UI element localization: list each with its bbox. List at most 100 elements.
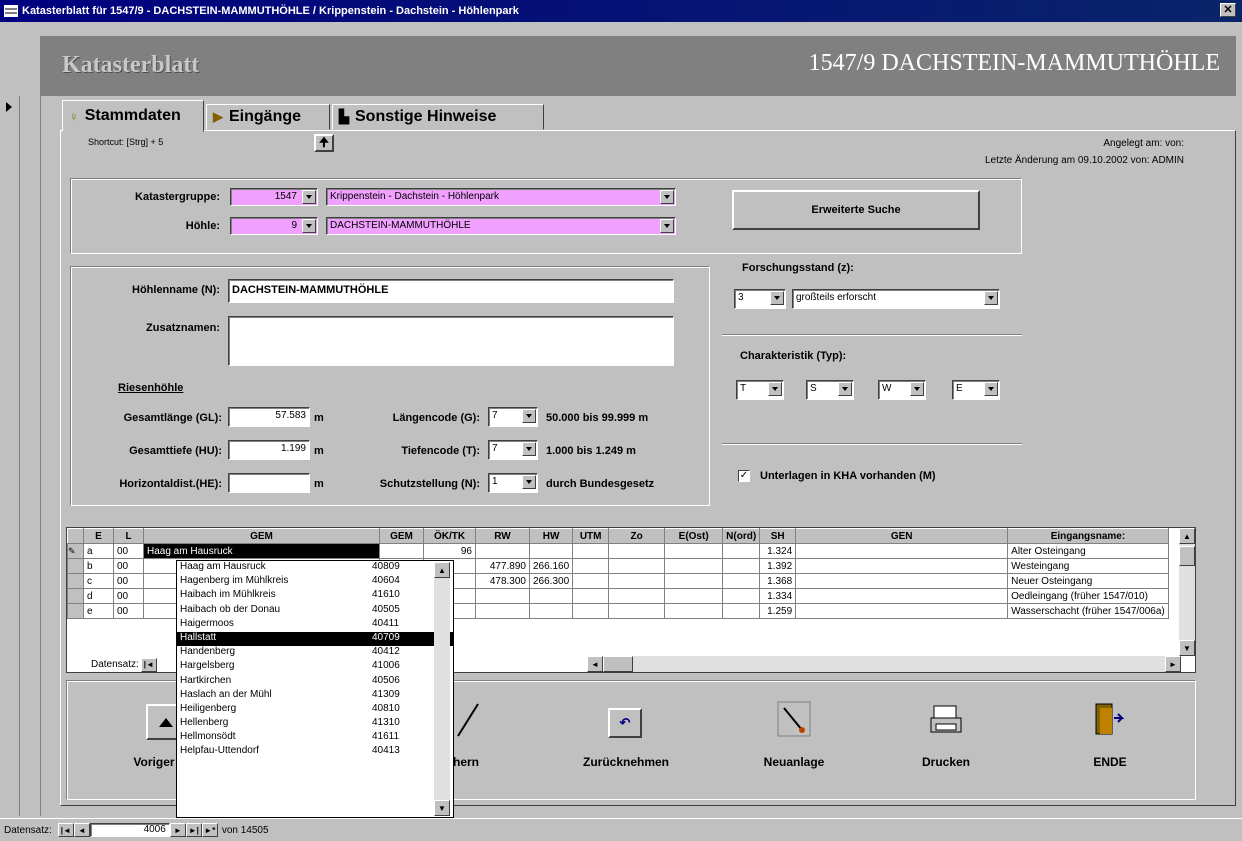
row-selector[interactable] [67,573,84,589]
scroll-right-icon[interactable]: ► [1165,656,1181,672]
table-cell[interactable] [722,558,761,574]
table-cell[interactable] [664,573,724,589]
chevron-down-icon[interactable] [984,291,998,305]
record-number-input[interactable]: 4006 [89,823,170,837]
col-header[interactable]: L [113,528,144,544]
scroll-left-icon[interactable]: ◄ [587,656,603,672]
list-item[interactable]: Hellmonsödt 41611 [177,731,453,745]
col-header[interactable]: ÖK/TK [423,528,476,544]
grid-horizontal-scrollbar[interactable]: ◄ ► [587,656,1181,672]
table-cell[interactable] [722,573,761,589]
table-cell[interactable]: 00 [113,543,144,559]
tab-stammdaten[interactable]: ♀ Stammdaten [62,100,204,132]
typ-select-2[interactable]: S [806,380,854,400]
list-item[interactable]: Haag am Hausruck 40809 [177,561,453,575]
next-record-icon[interactable]: ► [169,823,186,837]
col-header[interactable]: HW [528,528,574,544]
row-selector[interactable]: ✎ [67,543,84,559]
record-selector[interactable] [0,96,20,816]
chevron-down-icon[interactable] [770,291,784,305]
up-arrow-button[interactable]: 🠉 [314,134,334,152]
katastergruppe-select[interactable]: 1547 [230,188,318,206]
table-cell[interactable]: e [83,603,114,619]
col-header[interactable]: GEM [379,528,424,544]
chevron-down-icon[interactable] [302,219,316,233]
scroll-down-icon[interactable]: ▼ [1179,640,1195,656]
schutzstellung-select[interactable]: 1 [488,473,538,493]
grid-vertical-scrollbar[interactable]: ▲ ▼ [1179,528,1195,656]
close-button[interactable]: ✕ [1220,3,1236,17]
list-item[interactable]: Hargelsberg 41006 [177,660,453,674]
table-cell[interactable] [528,543,574,559]
forschungsstand-num[interactable]: 3 [734,289,786,309]
col-header[interactable]: Eingangsname: [1007,528,1169,544]
forschungsstand-text[interactable]: großteils erforscht [792,289,1000,309]
chevron-down-icon[interactable] [522,442,536,456]
tiefencode-select[interactable]: 7 [488,440,538,460]
table-cell[interactable] [572,603,610,619]
hoehle-select[interactable]: 9 [230,217,318,235]
chevron-down-icon[interactable] [522,409,536,423]
table-cell[interactable]: 478.300 [475,573,530,589]
table-cell[interactable] [664,603,724,619]
dropdown-scrollbar[interactable]: ▲ ▼ [434,562,450,816]
table-cell[interactable] [608,573,666,589]
hoehle-name[interactable]: DACHSTEIN-MAMMUTHÖHLE [326,217,676,235]
last-record-icon[interactable]: ►| [185,823,202,837]
col-header[interactable]: SH [759,528,797,544]
col-header[interactable]: Zo [608,528,666,544]
erweiterte-suche-button[interactable]: Erweiterte Suche [732,190,980,230]
table-cell[interactable]: 1.334 [759,588,797,604]
laengencode-select[interactable]: 7 [488,407,538,427]
table-cell[interactable]: Oedleingang (früher 1547/010) [1007,588,1169,604]
first-record-icon[interactable]: |◄ [140,657,157,672]
neuanlage-label[interactable]: Neuanlage [744,755,844,769]
zusatznamen-input[interactable] [228,316,674,366]
col-header[interactable]: GEN [795,528,1009,544]
prev-record-icon[interactable]: ◄ [73,823,90,837]
undo-icon[interactable]: ↶ [608,708,642,738]
table-cell[interactable] [608,603,666,619]
chevron-down-icon[interactable] [838,382,852,396]
gemeinde-dropdown-list[interactable]: Haag am Hausruck 40809 Hagenberg im Mühlkr… [176,560,454,818]
table-cell[interactable]: 00 [113,573,144,589]
chevron-down-icon[interactable] [984,382,998,396]
table-cell[interactable] [795,573,1009,589]
table-cell[interactable]: 477.890 [475,558,530,574]
col-header[interactable]: E [83,528,114,544]
table-cell[interactable]: 1.324 [759,543,797,559]
list-item[interactable]: Haigermoos 40411 [177,618,453,632]
table-cell[interactable]: 00 [113,558,144,574]
first-record-icon[interactable]: |◄ [57,823,74,837]
zuruecknehmen-label[interactable]: Zurücknehmen [566,755,686,769]
table-cell[interactable] [795,588,1009,604]
list-item[interactable]: Haibach ob der Donau 40505 [177,604,453,618]
gesamttiefe-input[interactable]: 1.199 [228,440,310,460]
table-cell[interactable] [722,543,761,559]
table-cell[interactable] [795,558,1009,574]
list-item[interactable]: Handenberg 40412 [177,646,453,660]
tab-eingaenge[interactable]: ▶ Eingänge [206,104,330,130]
table-cell[interactable] [475,588,530,604]
chevron-down-icon[interactable] [768,382,782,396]
new-record-icon[interactable] [776,700,812,740]
exit-door-icon[interactable] [1090,700,1126,740]
table-cell[interactable]: 1.368 [759,573,797,589]
col-header[interactable]: N(ord) [722,528,761,544]
unterlagen-checkbox[interactable]: ✓ [738,470,750,482]
table-cell[interactable]: 00 [113,588,144,604]
table-cell[interactable]: 1.259 [759,603,797,619]
table-cell[interactable] [572,588,610,604]
col-header[interactable]: UTM [572,528,610,544]
table-cell[interactable] [528,588,574,604]
horizontaldist-input[interactable] [228,473,310,493]
list-item[interactable]: Hagenberg im Mühlkreis 40604 [177,575,453,589]
table-cell[interactable]: Neuer Osteingang [1007,573,1169,589]
table-cell[interactable]: 1.392 [759,558,797,574]
chevron-down-icon[interactable] [660,219,674,233]
typ-select-3[interactable]: W [878,380,926,400]
table-cell[interactable] [795,543,1009,559]
chevron-down-icon[interactable] [910,382,924,396]
scroll-thumb-h[interactable] [603,656,633,672]
tab-sonstige[interactable]: ▙ Sonstige Hinweise [332,104,544,130]
